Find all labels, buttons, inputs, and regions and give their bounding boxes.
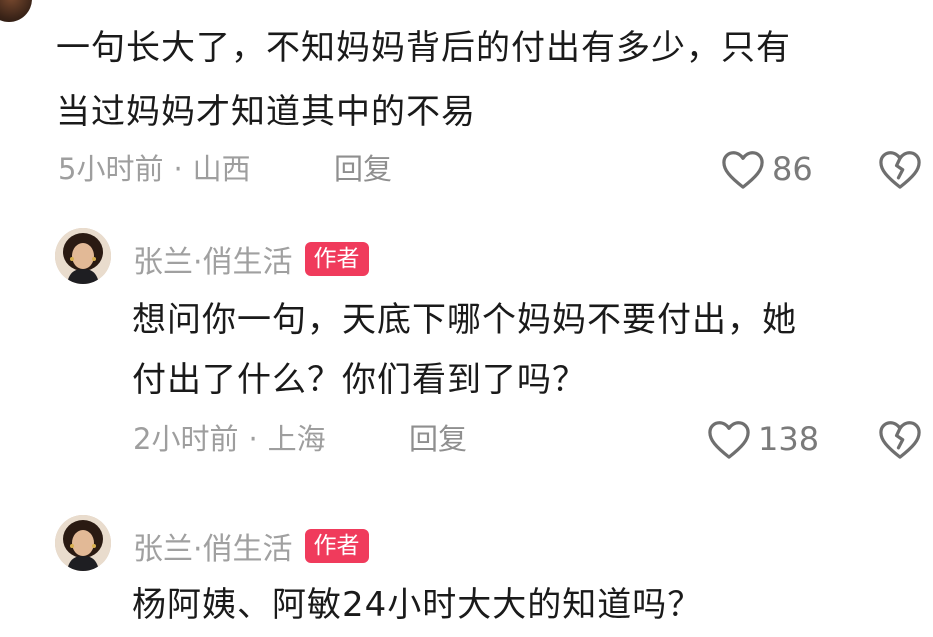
comment-time: 5小时前 (58, 152, 164, 186)
comment-location: 山西 (192, 152, 251, 186)
reply-button[interactable]: 回复 (334, 151, 392, 187)
broken-heart-icon (877, 151, 923, 194)
author-name[interactable]: 张兰·俏生活 (133, 237, 293, 281)
author-name[interactable]: 张兰·俏生活 (133, 524, 293, 568)
like-count: 86 (772, 150, 813, 188)
comment-text-line: 杨阿姨、阿敏24小时大大的知道吗？ (132, 585, 703, 625)
author-row: 张兰·俏生活 作者 (133, 524, 369, 568)
dislike-button[interactable] (877, 148, 923, 194)
reply-button[interactable]: 回复 (409, 421, 467, 457)
comment-meta: 5小时前 · 山西 (58, 151, 251, 187)
comment-text-line: 付出了什么？你们看到了吗？ (132, 360, 587, 400)
comment-time: 2小时前 (133, 422, 239, 456)
heart-outline-icon (706, 418, 752, 460)
comment-text-line: 当过妈妈才知道其中的不易 (56, 92, 476, 132)
comment-meta: 2小时前 · 上海 (133, 421, 326, 457)
dislike-button[interactable] (877, 418, 923, 464)
broken-heart-icon (877, 421, 923, 464)
avatar[interactable] (0, 0, 32, 22)
like-button[interactable]: 86 (720, 148, 813, 190)
author-badge: 作者 (304, 242, 369, 276)
like-button[interactable]: 138 (706, 418, 819, 460)
meta-separator: · (173, 152, 183, 186)
meta-separator: · (248, 422, 258, 456)
author-row: 张兰·俏生活 作者 (133, 237, 369, 281)
avatar[interactable] (55, 515, 111, 571)
comment-text-line: 想问你一句，天底下哪个妈妈不要付出，她 (132, 300, 797, 340)
comment-text-line: 一句长大了，不知妈妈背后的付出有多少，只有 (56, 28, 791, 68)
like-count: 138 (758, 420, 820, 458)
avatar[interactable] (55, 228, 111, 284)
heart-outline-icon (720, 148, 766, 190)
comment-location: 上海 (267, 422, 326, 456)
author-badge: 作者 (304, 529, 369, 563)
